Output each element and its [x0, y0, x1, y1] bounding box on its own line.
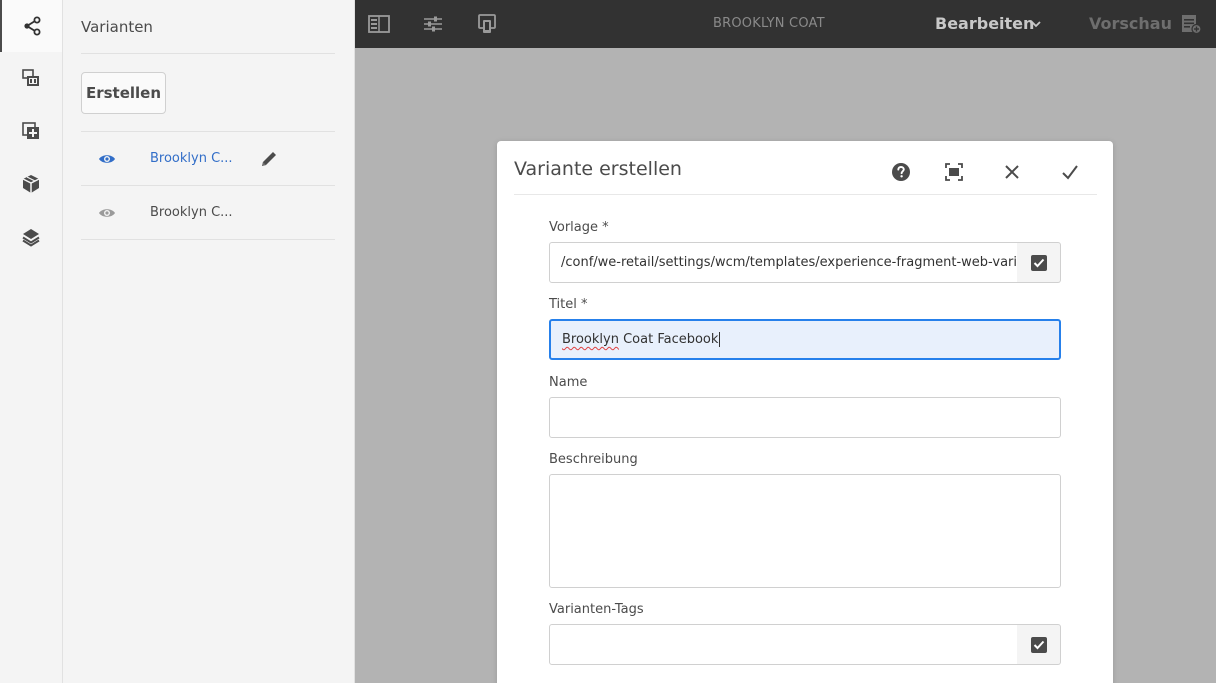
variations-icon: [24, 16, 41, 36]
pencil-icon[interactable]: [259, 149, 279, 169]
tags-picker-button[interactable]: [1017, 624, 1061, 665]
text-caret: [719, 332, 721, 347]
template-path-field[interactable]: /conf/we-retail/settings/wcm/templates/e…: [549, 242, 1018, 283]
divider: [514, 194, 1097, 195]
title-label: Titel *: [549, 297, 588, 312]
layers-icon: [22, 229, 40, 247]
rail-content-tree-button[interactable]: [0, 158, 62, 210]
variant-label: Brooklyn C...: [150, 205, 233, 220]
rail-components-button[interactable]: [0, 105, 62, 157]
preview-button[interactable]: Vorschau: [1089, 14, 1172, 33]
description-textarea[interactable]: [549, 474, 1061, 588]
divider: [81, 53, 335, 54]
title-field[interactable]: Brooklyn Coat Facebook: [549, 319, 1061, 360]
checkmark-icon: [1062, 165, 1078, 180]
variations-panel: Varianten Erstellen Brooklyn C... Brookl…: [63, 0, 355, 683]
properties-sliders-icon[interactable]: [422, 14, 444, 34]
create-variant-button[interactable]: Erstellen: [81, 72, 166, 114]
template-label: Vorlage *: [549, 220, 609, 235]
eye-icon[interactable]: [98, 207, 116, 219]
variant-item[interactable]: Brooklyn C...: [81, 186, 335, 240]
document-title: BROOKLYN COAT: [713, 16, 825, 31]
rail-assets-button[interactable]: [0, 52, 62, 104]
help-button[interactable]: [890, 161, 912, 183]
rail-layers-button[interactable]: [0, 211, 62, 263]
checkbox-checked-icon: [1030, 636, 1047, 653]
title-value-spellcheck-word: Brooklyn: [562, 332, 619, 347]
chevron-down-icon[interactable]: [1030, 18, 1042, 30]
dialog-title: Variante erstellen: [514, 158, 682, 180]
description-label: Beschreibung: [549, 452, 638, 467]
help-icon: [892, 163, 910, 181]
content-tree-icon: [22, 175, 40, 193]
title-value-rest: Coat Facebook: [618, 332, 719, 347]
cancel-button[interactable]: [1001, 161, 1023, 183]
top-toolbar: BROOKLYN COAT Bearbeiten Vorschau: [355, 0, 1216, 48]
name-field[interactable]: [549, 397, 1061, 438]
fullscreen-button[interactable]: [943, 161, 965, 183]
rail-variations-button[interactable]: [0, 0, 62, 52]
page-information-icon[interactable]: [1180, 14, 1202, 34]
create-variant-dialog: Variante erstellen Vorlage * /conf/we-re…: [497, 141, 1113, 683]
checkbox-checked-icon: [1030, 254, 1047, 271]
left-rail: [0, 0, 63, 683]
emulator-devices-icon[interactable]: [476, 14, 498, 34]
template-path-value: /conf/we-retail/settings/wcm/templates/e…: [561, 255, 1018, 270]
variant-tags-field[interactable]: [549, 624, 1018, 665]
fullscreen-icon: [945, 163, 963, 181]
close-icon: [1005, 165, 1019, 179]
edit-mode-dropdown[interactable]: Bearbeiten: [935, 14, 1034, 33]
components-icon: [22, 122, 39, 139]
variant-item[interactable]: Brooklyn C...: [81, 132, 335, 186]
assets-icon: [22, 69, 39, 86]
name-label: Name: [549, 375, 588, 390]
eye-icon[interactable]: [98, 153, 116, 165]
panel-title: Varianten: [81, 18, 153, 36]
confirm-button[interactable]: [1059, 161, 1081, 183]
template-picker-button[interactable]: [1017, 242, 1061, 283]
side-panel-toggle-icon[interactable]: [368, 14, 390, 34]
variant-tags-label: Varianten-Tags: [549, 602, 644, 617]
variant-label: Brooklyn C...: [150, 151, 233, 166]
